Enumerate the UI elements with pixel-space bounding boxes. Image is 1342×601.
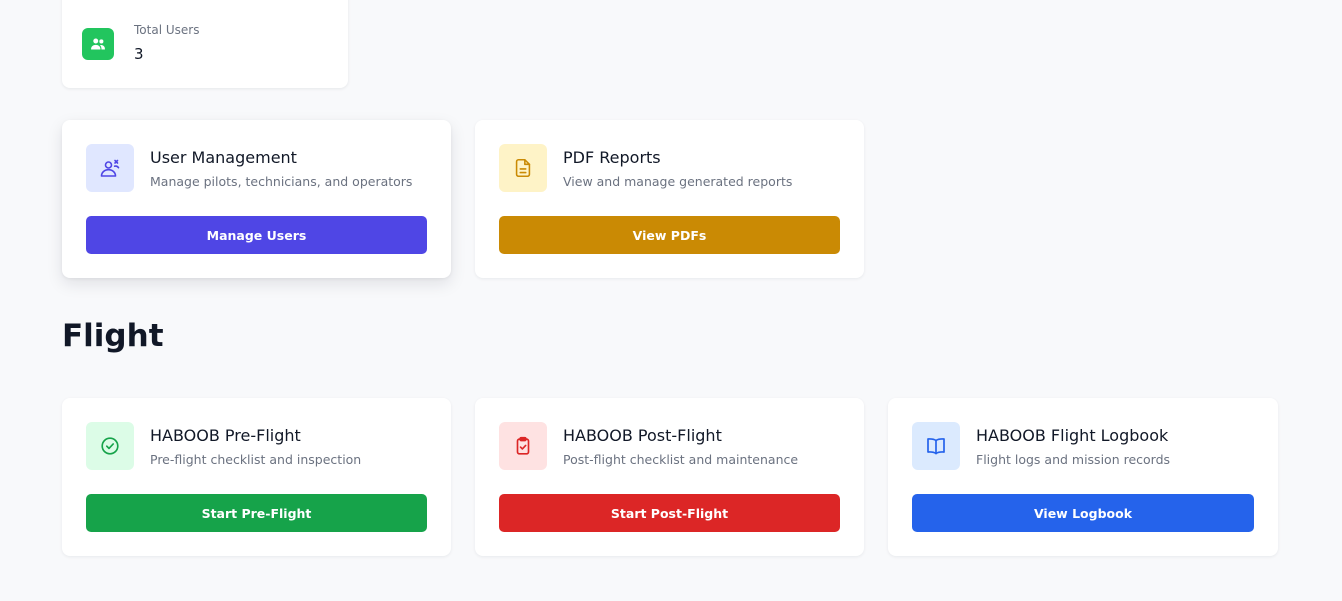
flight-section-title: Flight [62, 318, 164, 354]
flight-logbook-description: Flight logs and mission records [976, 452, 1171, 467]
start-post-flight-button[interactable]: Start Post-Flight [499, 494, 840, 532]
user-management-description: Manage pilots, technicians, and operator… [150, 174, 413, 189]
book-open-icon [912, 422, 960, 470]
pre-flight-title: HABOOB Pre-Flight [150, 426, 301, 445]
pdf-reports-title: PDF Reports [563, 148, 661, 167]
total-users-value: 3 [134, 45, 144, 63]
pre-flight-card: HABOOB Pre-Flight Pre-flight checklist a… [62, 398, 451, 556]
view-logbook-button[interactable]: View Logbook [912, 494, 1254, 532]
pre-flight-description: Pre-flight checklist and inspection [150, 452, 362, 467]
flight-logbook-title: HABOOB Flight Logbook [976, 426, 1169, 445]
pdf-reports-card: PDF Reports View and manage generated re… [475, 120, 864, 278]
user-management-title: User Management [150, 148, 297, 167]
clipboard-check-icon [499, 422, 547, 470]
flight-logbook-card: HABOOB Flight Logbook Flight logs and mi… [888, 398, 1278, 556]
manage-users-button[interactable]: Manage Users [86, 216, 427, 254]
check-circle-icon [86, 422, 134, 470]
dashboard-page: Total Users 3 User Management Manage pil… [0, 0, 1342, 601]
view-pdfs-button[interactable]: View PDFs [499, 216, 840, 254]
user-management-card: User Management Manage pilots, technicia… [62, 120, 451, 278]
pdf-reports-description: View and manage generated reports [563, 174, 793, 189]
post-flight-description: Post-flight checklist and maintenance [563, 452, 799, 467]
users-icon [82, 28, 114, 60]
start-pre-flight-button[interactable]: Start Pre-Flight [86, 494, 427, 532]
total-users-card: Total Users 3 [62, 0, 348, 88]
post-flight-title: HABOOB Post-Flight [563, 426, 722, 445]
user-management-icon [86, 144, 134, 192]
total-users-label: Total Users [134, 23, 200, 37]
post-flight-card: HABOOB Post-Flight Post-flight checklist… [475, 398, 864, 556]
document-icon [499, 144, 547, 192]
